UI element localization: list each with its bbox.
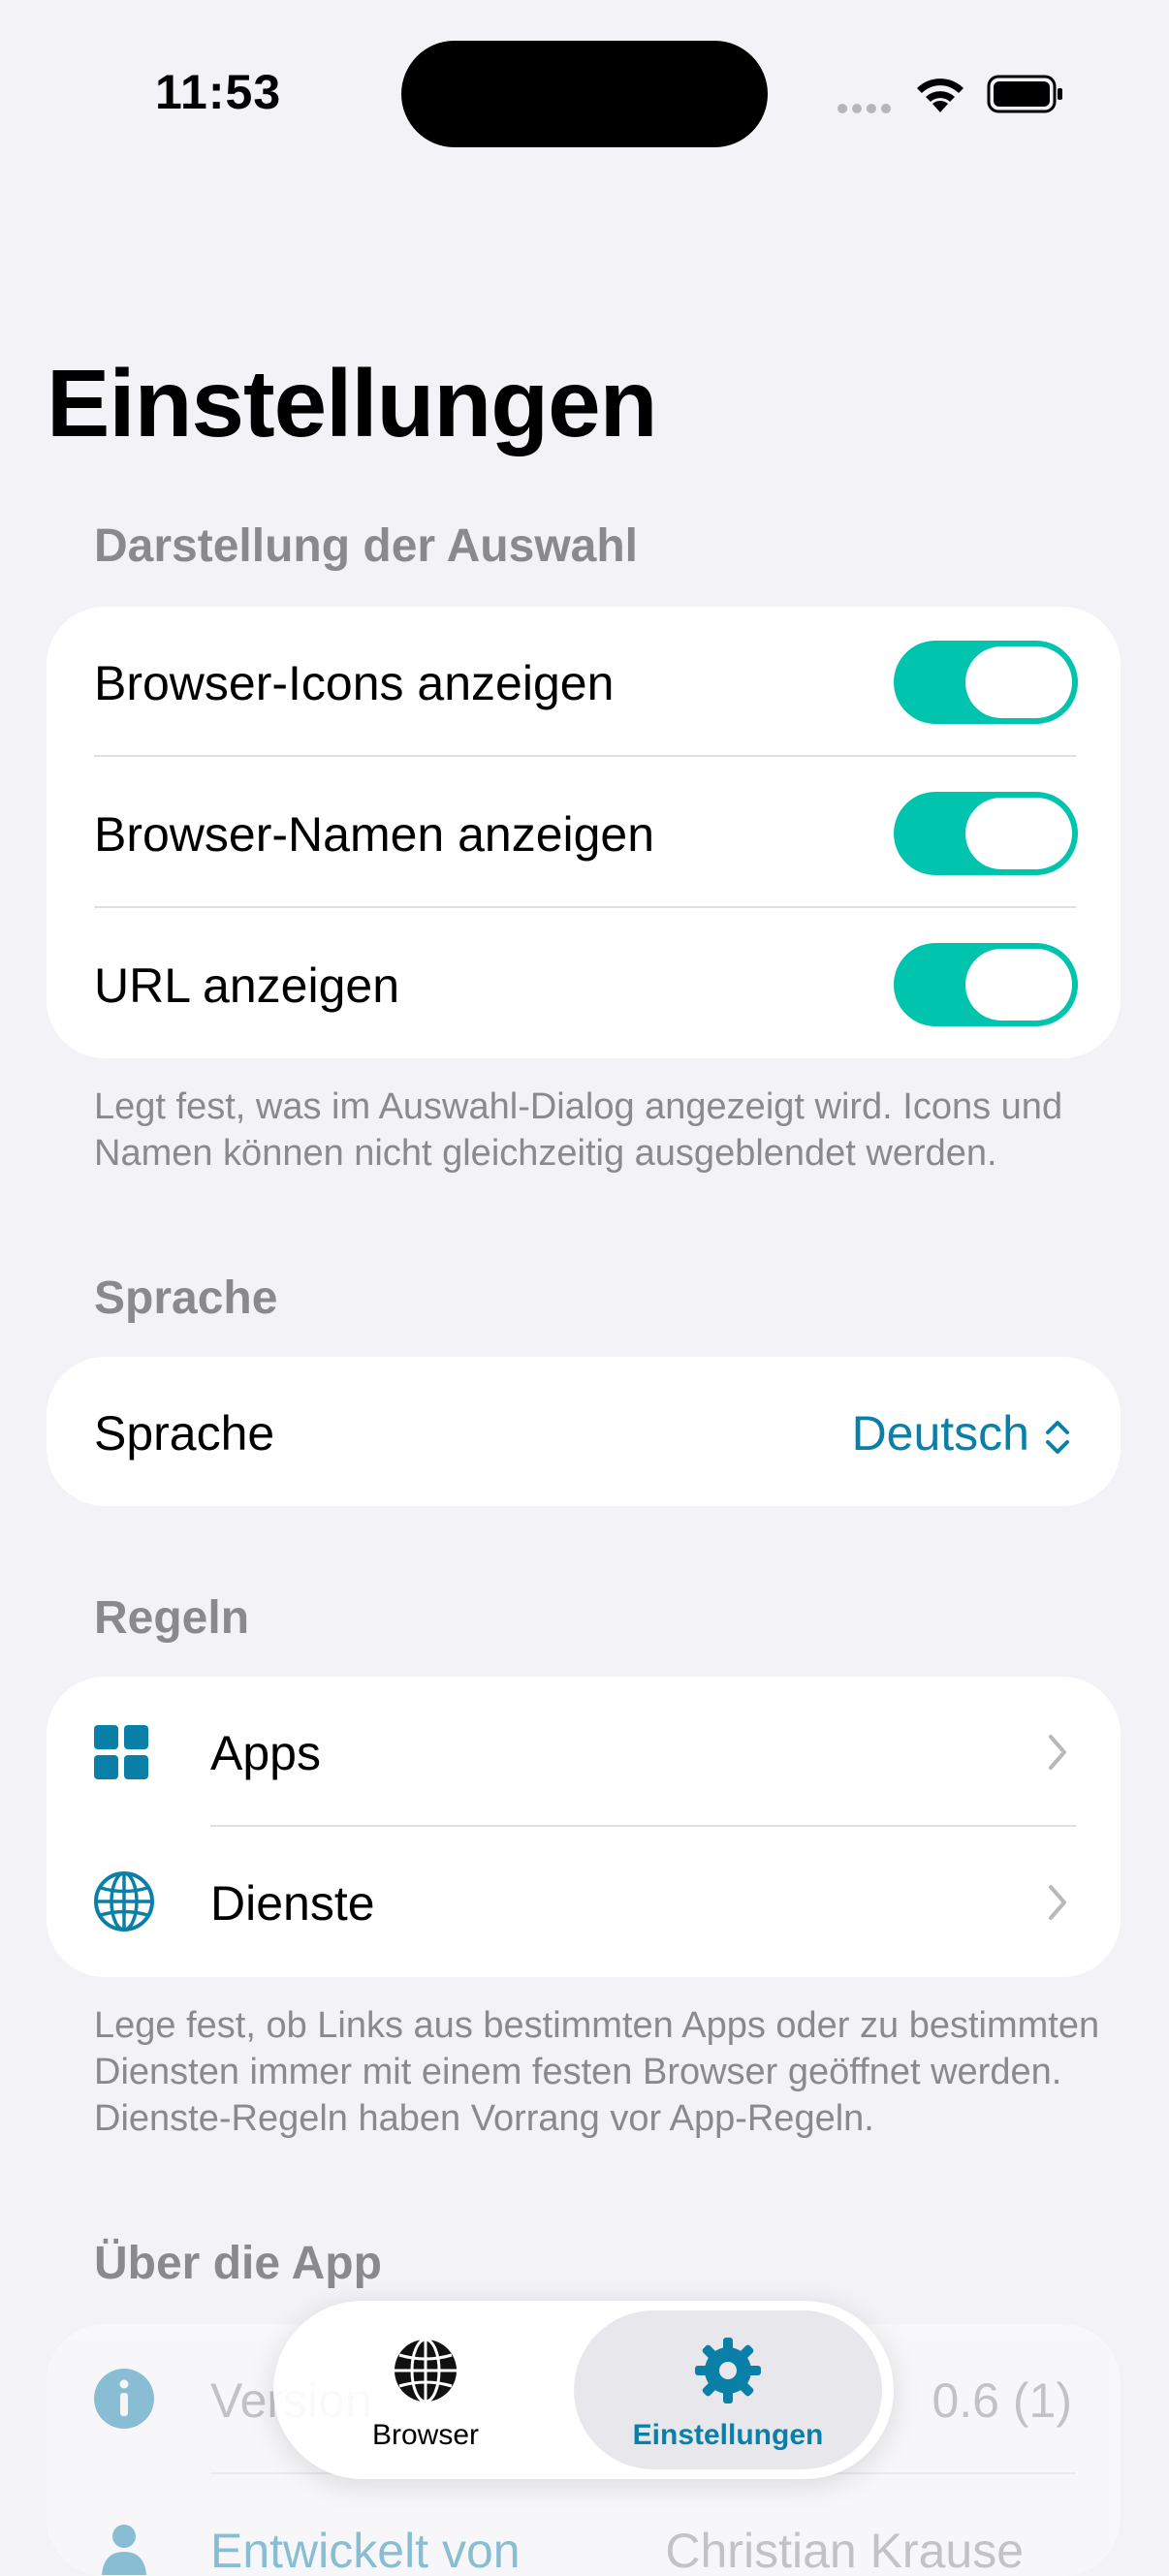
rules-row-services[interactable]: Dienste <box>47 1827 1121 1977</box>
section-header-about: Über die App <box>94 2238 382 2289</box>
row-label: Sprache <box>94 1406 275 1461</box>
globe-icon <box>395 2338 457 2403</box>
row-label: Browser-Namen anzeigen <box>94 807 655 862</box>
section-header-rules: Regeln <box>94 1592 250 1644</box>
toggle-row-browser-names[interactable]: Browser-Namen anzeigen <box>47 758 1121 909</box>
rules-section-footer: Lege fest, ob Links aus bestimmten Apps … <box>94 2005 1100 2139</box>
version-value: 0.6 (1) <box>932 2373 1072 2428</box>
row-label: Apps <box>210 1726 321 1780</box>
grid-icon <box>94 1725 148 1779</box>
display-section-footer: Legt fest, was im Auswahl-Dialog angezei… <box>94 1086 1063 1174</box>
battery-icon <box>987 75 1062 113</box>
section-header-language: Sprache <box>94 1272 278 1324</box>
tab-bar: Browser Einstellungen <box>273 2301 894 2479</box>
rules-row-apps[interactable]: Apps <box>47 1677 1121 1827</box>
tab-label: Browser <box>371 2419 480 2451</box>
developer-value: Christian Krause <box>665 2524 1024 2576</box>
language-value: Deutsch <box>851 1406 1029 1461</box>
dynamic-island <box>401 41 768 147</box>
browser-names-toggle[interactable] <box>894 792 1078 875</box>
gear-icon <box>695 2338 761 2403</box>
chevron-up-down-icon <box>1046 1420 1069 1454</box>
globe-icon <box>94 1871 154 1932</box>
browser-icons-toggle[interactable] <box>894 641 1078 724</box>
section-header-display: Darstellung der Auswahl <box>94 520 638 572</box>
cellular-signal-icon <box>837 101 896 113</box>
rules-card: Apps Dienste <box>47 1677 1121 1977</box>
divider <box>94 906 1076 908</box>
row-label: Browser-Icons anzeigen <box>94 656 615 710</box>
tab-settings[interactable]: Einstellungen <box>574 2310 882 2469</box>
language-picker-row[interactable]: Sprache Deutsch <box>47 1357 1121 1506</box>
row-label: Entwickelt von <box>210 2524 521 2576</box>
status-time: 11:53 <box>155 65 282 119</box>
tab-browser[interactable]: Browser <box>285 2310 566 2469</box>
chevron-right-icon <box>1049 1885 1066 1920</box>
row-label: Dienste <box>210 1876 375 1931</box>
wifi-icon <box>917 79 964 112</box>
person-icon <box>102 2525 146 2575</box>
toggle-row-browser-icons[interactable]: Browser-Icons anzeigen <box>47 607 1121 758</box>
info-icon <box>94 2369 154 2429</box>
page-title: Einstellungen <box>47 350 658 456</box>
url-toggle[interactable] <box>894 943 1078 1026</box>
toggle-row-url[interactable]: URL anzeigen <box>47 909 1121 1058</box>
chevron-right-icon <box>1049 1735 1066 1770</box>
language-card: Sprache Deutsch <box>47 1357 1121 1506</box>
tab-label: Einstellungen <box>632 2419 824 2451</box>
display-settings-card: Browser-Icons anzeigen Browser-Namen anz… <box>47 607 1121 1058</box>
about-row-developer[interactable]: Entwickelt von Christian Krause <box>47 2474 1121 2576</box>
row-label: URL anzeigen <box>94 958 400 1013</box>
divider <box>94 755 1076 757</box>
language-picker[interactable]: Deutsch <box>852 1405 1072 1461</box>
